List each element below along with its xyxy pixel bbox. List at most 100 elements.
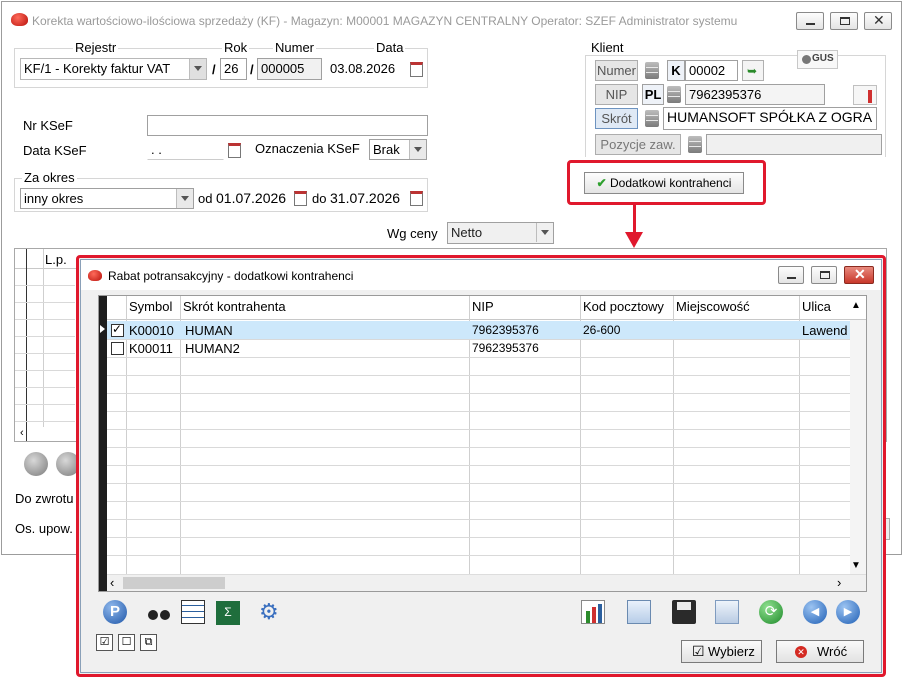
copy-windows-icon[interactable] xyxy=(715,600,739,624)
app-logo-icon xyxy=(88,270,102,281)
minimize-icon xyxy=(787,277,796,279)
rok-input[interactable]: 26 xyxy=(220,58,247,80)
nip-lookup-label: NIP xyxy=(605,87,628,102)
settings-gears-icon[interactable]: ⚙ xyxy=(259,600,283,624)
nip-lookup-button[interactable]: NIP xyxy=(595,84,638,105)
database-icon[interactable] xyxy=(645,62,659,79)
skrot-value: HUMANSOFT SPÓŁKA Z OGRA xyxy=(667,109,873,125)
row-checkbox[interactable]: ✓ xyxy=(111,322,124,337)
skrot-lookup-button[interactable]: Skrót xyxy=(595,108,638,129)
main-window-title: Korekta wartościowo-ilościowa sprzedaży … xyxy=(32,14,738,28)
col-header-symbol[interactable]: Symbol xyxy=(129,299,172,314)
od-date[interactable]: 01.07.2026 xyxy=(216,190,286,206)
database-icon[interactable] xyxy=(645,110,659,127)
row-line xyxy=(107,339,850,340)
row-line xyxy=(107,357,850,358)
minimize-button[interactable] xyxy=(796,12,824,30)
klient-refresh-button[interactable]: ➥ xyxy=(742,60,764,81)
report-chart-icon[interactable] xyxy=(581,600,605,624)
klient-label: Klient xyxy=(589,40,626,55)
save-icon[interactable] xyxy=(672,600,696,624)
dialog-minimize-button[interactable] xyxy=(778,266,804,284)
wybierz-button[interactable]: ☑ Wybierz xyxy=(681,640,762,663)
numer-value: 000005 xyxy=(261,61,305,76)
table-hscroll-left[interactable]: ‹ xyxy=(20,427,30,441)
scroll-right-icon[interactable]: › xyxy=(837,575,841,590)
nip-input[interactable]: 7962395376 xyxy=(685,84,825,105)
invert-selection-button[interactable]: ⧉ xyxy=(140,634,157,651)
rok-separator: / xyxy=(212,62,216,77)
horizontal-scroll-thumb[interactable] xyxy=(123,577,225,589)
pozycje-button[interactable]: Pozycje zaw. xyxy=(595,134,681,155)
previous-icon[interactable]: ◀ xyxy=(803,600,827,624)
dodatkowi-kontrahenci-label: Dodatkowi kontrahenci xyxy=(610,176,732,190)
okres-select[interactable]: inny okres xyxy=(20,188,194,209)
row-line xyxy=(107,519,850,520)
numer-label: Numer xyxy=(273,40,317,55)
rok-label: Rok xyxy=(222,40,250,55)
col-header-skrot[interactable]: Skrót kontrahenta xyxy=(183,299,286,314)
col-header-nip[interactable]: NIP xyxy=(472,299,494,314)
document-icon[interactable] xyxy=(627,600,651,624)
calendar-icon[interactable] xyxy=(409,60,423,77)
checkmark-icon: ✓ xyxy=(112,322,123,336)
cell-nip: 7962395376 xyxy=(472,323,539,337)
klient-numer-input[interactable]: 00002 xyxy=(685,60,738,81)
kontrahenci-grid[interactable]: Symbol Skrót kontrahenta NIP Kod pocztow… xyxy=(98,295,867,592)
chevron-down-icon xyxy=(409,140,426,159)
scroll-left-icon[interactable]: ‹ xyxy=(110,575,114,590)
rejestr-label: Rejestr xyxy=(73,40,119,55)
calendar-icon[interactable] xyxy=(409,189,423,206)
oznaczenia-ksef-label: Oznaczenia KSeF xyxy=(255,141,360,156)
pozycje-input[interactable] xyxy=(706,134,882,155)
numer-input[interactable]: 000005 xyxy=(257,58,322,80)
chart-icon[interactable] xyxy=(853,85,877,105)
deselect-all-button[interactable]: ☐ xyxy=(118,634,135,651)
dialog-window: Rabat potransakcyjny - dodatkowi kontrah… xyxy=(80,259,882,673)
dodatkowi-kontrahenci-button[interactable]: ✔ Dodatkowi kontrahenci xyxy=(584,172,744,194)
skrot-input[interactable]: HUMANSOFT SPÓŁKA Z OGRA xyxy=(663,107,877,130)
oznaczenia-ksef-value: Brak xyxy=(373,142,400,157)
chart-bar xyxy=(868,90,872,103)
database-icon[interactable] xyxy=(688,136,702,153)
scroll-up-icon[interactable]: ▲ xyxy=(851,300,861,311)
calendar-icon[interactable] xyxy=(227,141,241,158)
rejestr-value: KF/1 - Korekty faktur VAT xyxy=(24,61,171,76)
gus-button[interactable]: GUS xyxy=(797,50,838,69)
lens xyxy=(148,610,158,620)
wg-ceny-select[interactable]: Netto xyxy=(447,222,554,244)
close-button[interactable]: ✕ xyxy=(864,12,892,30)
col-header-kod[interactable]: Kod pocztowy xyxy=(583,299,664,314)
chart-bar xyxy=(586,611,590,623)
pozycje-label: Pozycje zaw. xyxy=(600,137,676,152)
next-icon[interactable]: ▶ xyxy=(836,600,860,624)
row-line xyxy=(15,336,75,337)
rejestr-select[interactable]: KF/1 - Korekty faktur VAT xyxy=(20,58,207,80)
row-line xyxy=(15,285,75,286)
nr-ksef-input[interactable] xyxy=(147,115,428,136)
col-header-miejscowosc[interactable]: Miejscowość xyxy=(676,299,750,314)
add-icon[interactable] xyxy=(24,452,48,476)
numer-lookup-button[interactable]: Numer xyxy=(595,60,638,81)
col-header-ulica[interactable]: Ulica xyxy=(802,299,831,314)
calendar-icon[interactable] xyxy=(293,189,307,206)
wroc-button[interactable]: ✕ Wróć xyxy=(776,640,864,663)
refresh-icon[interactable]: ⟳ xyxy=(759,600,783,624)
binoculars-icon[interactable] xyxy=(147,602,171,626)
row-checkbox[interactable] xyxy=(111,342,124,355)
dialog-maximize-button[interactable] xyxy=(811,266,837,284)
select-all-button[interactable]: ☑ xyxy=(96,634,113,651)
row-line xyxy=(107,411,850,412)
do-date[interactable]: 31.07.2026 xyxy=(330,190,400,206)
oznaczenia-ksef-select[interactable]: Brak xyxy=(369,139,427,160)
maximize-button[interactable] xyxy=(830,12,858,30)
vertical-scrollbar[interactable] xyxy=(850,320,866,574)
row-line xyxy=(107,465,850,466)
dialog-close-button[interactable]: ✕ xyxy=(844,266,874,284)
formula-icon[interactable]: Σ xyxy=(216,601,240,625)
database-icon[interactable] xyxy=(667,86,681,103)
scroll-down-icon[interactable]: ▼ xyxy=(851,560,861,571)
table-filter-icon[interactable] xyxy=(181,600,205,624)
parking-icon[interactable]: P xyxy=(103,600,127,624)
data-ksef-input[interactable]: . . xyxy=(147,139,224,160)
